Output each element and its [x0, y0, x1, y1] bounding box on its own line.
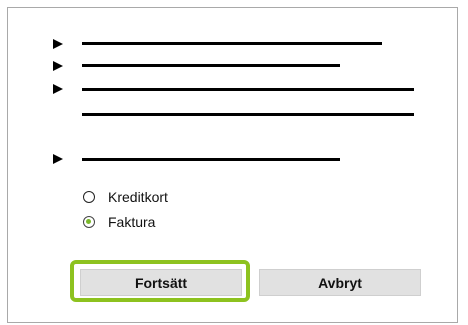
bullet-arrow-icon — [53, 39, 63, 49]
radio-label: Faktura — [108, 214, 156, 230]
radio-button-unchecked[interactable] — [83, 191, 95, 203]
bullet-arrow-icon — [53, 84, 63, 94]
radio-selected-dot — [86, 219, 91, 224]
radio-option-kreditkort[interactable]: Kreditkort — [83, 188, 168, 206]
continue-button[interactable]: Fortsätt — [80, 269, 242, 296]
bullet-arrow-icon — [53, 61, 63, 71]
text-line-placeholder — [82, 113, 414, 116]
radio-label: Kreditkort — [108, 189, 168, 205]
text-line-placeholder — [82, 158, 340, 161]
bullet-arrow-icon — [53, 154, 63, 164]
radio-option-faktura[interactable]: Faktura — [83, 213, 155, 231]
text-line-placeholder — [82, 42, 382, 45]
radio-button-checked[interactable] — [83, 216, 95, 228]
text-line-placeholder — [82, 64, 340, 67]
cancel-button[interactable]: Avbryt — [259, 269, 421, 296]
text-line-placeholder — [82, 88, 414, 91]
